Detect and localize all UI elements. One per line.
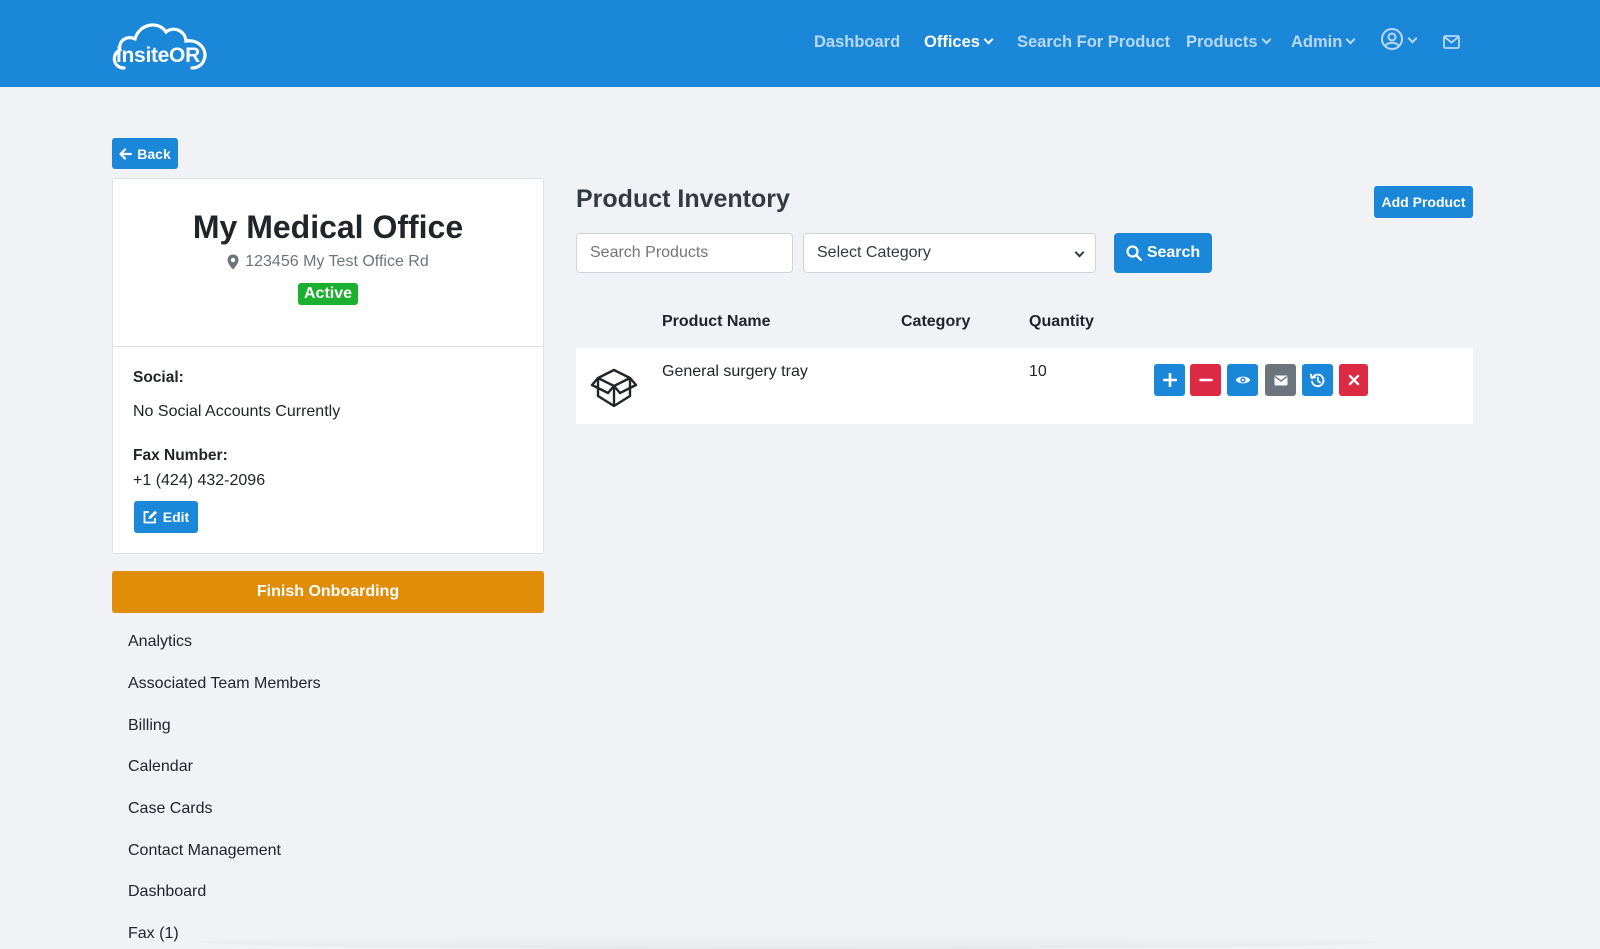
search-products-input[interactable] xyxy=(576,233,793,273)
column-header-category: Category xyxy=(901,313,971,330)
chevron-down-icon xyxy=(1345,34,1356,45)
office-name: My Medical Office xyxy=(192,209,464,245)
sidebar-item-contact-management[interactable]: Contact Management xyxy=(128,842,281,860)
sidebar-item-analytics[interactable]: Analytics xyxy=(128,633,192,651)
decrease-quantity-button[interactable] xyxy=(1190,364,1221,396)
product-quantity: 10 xyxy=(1029,363,1047,380)
nav-products-label: Products xyxy=(1186,33,1258,51)
table-row: General surgery tray 10 xyxy=(576,348,1473,424)
plus-icon xyxy=(1162,373,1177,387)
sidebar-item-fax[interactable]: Fax (1) xyxy=(128,925,179,943)
status-wrap: Active xyxy=(113,283,543,305)
fax-value: +1 (424) 432-2096 xyxy=(133,472,266,489)
sidebar-item-case-cards[interactable]: Case Cards xyxy=(128,800,212,818)
card-divider xyxy=(113,346,543,347)
user-menu[interactable] xyxy=(1380,27,1418,56)
email-product-button[interactable] xyxy=(1265,364,1296,396)
main-nav: Dashboard Offices Search For Product Pro… xyxy=(0,30,1600,54)
fax-label: Fax Number: xyxy=(133,447,228,464)
sidebar-item-dashboard[interactable]: Dashboard xyxy=(128,883,206,901)
increase-quantity-button[interactable] xyxy=(1154,364,1185,396)
page-title: Product Inventory xyxy=(576,185,790,213)
chevron-down-icon xyxy=(1261,34,1271,45)
column-header-product-name: Product Name xyxy=(662,313,771,330)
social-label: Social: xyxy=(133,369,184,386)
nav-products[interactable]: Products xyxy=(1186,30,1271,54)
office-address: 123456 My Test Office Rd xyxy=(113,253,543,271)
chevron-down-icon xyxy=(983,34,994,45)
chevron-down-icon xyxy=(1074,247,1085,258)
envelope-icon xyxy=(1274,375,1287,385)
map-pin-icon xyxy=(227,254,239,270)
view-product-button[interactable] xyxy=(1227,364,1258,396)
messages-button[interactable] xyxy=(1443,35,1460,54)
minus-icon xyxy=(1198,378,1213,382)
nav-offices[interactable]: Offices xyxy=(924,30,994,54)
office-card: My Medical Office 123456 My Test Office … xyxy=(112,178,544,554)
arrow-left-icon xyxy=(119,147,133,160)
social-value: No Social Accounts Currently xyxy=(133,403,341,420)
office-address-text: 123456 My Test Office Rd xyxy=(245,253,429,270)
delete-product-button[interactable] xyxy=(1339,364,1368,396)
nav-admin-label: Admin xyxy=(1291,33,1343,51)
edit-label: Edit xyxy=(162,509,190,525)
sidebar-item-billing[interactable]: Billing xyxy=(128,717,171,735)
category-select[interactable]: Select Category xyxy=(803,233,1096,273)
finish-onboarding-button[interactable]: Finish Onboarding xyxy=(112,571,544,613)
add-product-button[interactable]: Add Product xyxy=(1374,186,1473,218)
top-navbar: insiteOR Dashboard Offices Search For Pr… xyxy=(0,0,1600,87)
search-button-label: Search xyxy=(1146,244,1201,261)
sidebar-item-associated-team-members[interactable]: Associated Team Members xyxy=(128,675,321,693)
nav-dashboard[interactable]: Dashboard xyxy=(814,30,900,54)
history-button[interactable] xyxy=(1302,364,1333,396)
search-button[interactable]: Search xyxy=(1114,233,1212,273)
edit-icon xyxy=(143,510,157,524)
box-icon xyxy=(590,368,638,408)
category-select-value: Select Category xyxy=(817,244,931,261)
nav-admin[interactable]: Admin xyxy=(1291,30,1356,54)
nav-offices-label: Offices xyxy=(924,33,980,51)
back-button[interactable]: Back xyxy=(112,138,178,169)
sidebar-item-calendar[interactable]: Calendar xyxy=(128,758,193,776)
back-label: Back xyxy=(137,145,171,162)
bottom-shadow xyxy=(200,935,1380,949)
history-icon xyxy=(1310,373,1325,387)
search-icon xyxy=(1126,245,1142,261)
close-icon xyxy=(1348,374,1359,386)
mail-icon xyxy=(1443,35,1460,49)
column-header-quantity: Quantity xyxy=(1029,313,1094,330)
eye-icon xyxy=(1235,376,1250,384)
status-badge: Active xyxy=(297,283,359,305)
edit-button[interactable]: Edit xyxy=(134,501,198,533)
product-name: General surgery tray xyxy=(662,363,808,380)
user-circle-icon xyxy=(1381,28,1403,50)
nav-search-for-product[interactable]: Search For Product xyxy=(1017,30,1170,54)
